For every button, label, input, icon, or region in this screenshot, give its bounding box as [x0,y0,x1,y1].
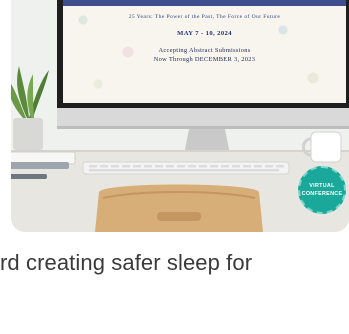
keyboard [82,161,290,175]
article-image[interactable]: 25 Years: The Power of the Past, The For… [11,0,349,232]
badge-line-1: VIRTUAL [309,183,335,189]
promo-submissions-line: Accepting Abstract Submissions [158,47,251,54]
plant-pot [13,118,43,150]
virtual-conference-badge: VIRTUAL CONFERENCE [298,166,346,214]
promo-dates: MAY 7 - 10, 2024 [177,30,232,37]
badge-line-2: CONFERENCE [301,191,343,197]
article-headline[interactable]: rd creating safer sleep for [0,250,252,276]
promo-deadline-line: Now Through DECEMBER 3, 2023 [153,56,256,63]
promo-title-strip [63,0,346,6]
promo-tagline: 25 Years: The Power of the Past, The For… [128,14,281,20]
coffee-mug [310,131,342,163]
article-card[interactable]: 25 Years: The Power of the Past, The For… [0,0,349,334]
conference-promo-screen: 25 Years: The Power of the Past, The For… [63,0,346,103]
